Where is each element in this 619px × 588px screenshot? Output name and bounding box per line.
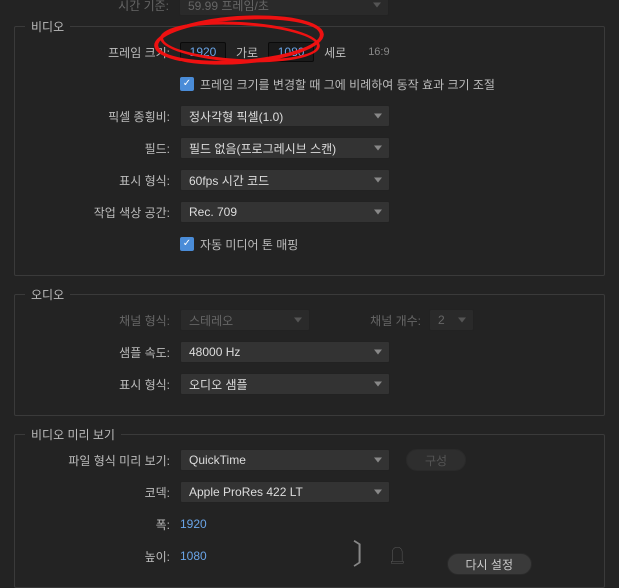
sample-rate-label: 샘플 속도: <box>25 344 180 361</box>
codec-label: 코덱: <box>25 484 180 501</box>
timebase-value: 59.99 프레임/초 <box>188 0 269 14</box>
color-space-dropdown[interactable]: Rec. 709 <box>180 201 390 223</box>
pixel-aspect-value: 정사각형 픽셀(1.0) <box>189 108 283 125</box>
sample-rate-dropdown[interactable]: 48000 Hz <box>180 341 390 363</box>
pixel-aspect-dropdown[interactable]: 정사각형 픽셀(1.0) <box>180 105 390 127</box>
frame-width-input[interactable] <box>180 42 226 62</box>
link-bracket-icon: 〕 <box>352 533 380 573</box>
preview-width-value[interactable]: 1920 <box>180 517 207 531</box>
channel-format-value: 스테레오 <box>189 312 233 329</box>
audio-display-format-dropdown[interactable]: 오디오 샘플 <box>180 373 390 395</box>
channel-count-value: 2 <box>438 313 445 327</box>
audio-section-title: 오디오 <box>25 286 70 303</box>
file-format-dropdown[interactable]: QuickTime <box>180 449 390 471</box>
video-section: 비디오 프레임 크기: 가로 세로 16:9 ✓ 프레임 크기를 변경할 때 그… <box>14 26 605 276</box>
audio-display-format-label: 표시 형식: <box>25 376 180 393</box>
config-button: 구성 <box>406 449 466 471</box>
field-value: 필드 없음(프로그레시브 스캔) <box>189 140 336 157</box>
frame-size-label: 프레임 크기: <box>25 44 180 61</box>
video-section-title: 비디오 <box>25 18 70 35</box>
tone-mapping-label: 자동 미디어 톤 매핑 <box>200 236 298 253</box>
link-chain-icon[interactable]: 𓉸 <box>390 541 404 565</box>
timebase-label: 시간 기준: <box>24 0 179 14</box>
frame-vert-text: 세로 <box>324 44 346 61</box>
preview-height-label: 높이: <box>25 548 180 565</box>
preview-width-label: 폭: <box>25 516 180 533</box>
channel-format-dropdown: 스테레오 <box>180 309 310 331</box>
frame-height-input[interactable] <box>268 42 314 62</box>
field-label: 필드: <box>25 140 180 157</box>
pixel-aspect-label: 픽셀 종횡비: <box>25 108 180 125</box>
file-format-value: QuickTime <box>189 453 246 467</box>
video-display-format-label: 표시 형식: <box>25 172 180 189</box>
aspect-ratio-text: 16:9 <box>368 46 389 58</box>
video-display-format-dropdown[interactable]: 60fps 시간 코드 <box>180 169 390 191</box>
reset-button[interactable]: 다시 설정 <box>447 553 533 575</box>
preview-section: 비디오 미리 보기 파일 형식 미리 보기: QuickTime 구성 코덱: … <box>14 434 605 588</box>
tone-mapping-checkbox[interactable]: ✓ <box>180 237 194 251</box>
channel-count-label: 채널 개수: <box>370 312 429 329</box>
sample-rate-value: 48000 Hz <box>189 345 240 359</box>
field-dropdown[interactable]: 필드 없음(프로그레시브 스캔) <box>180 137 390 159</box>
scale-effects-checkbox[interactable]: ✓ <box>180 77 194 91</box>
frame-by-text: 가로 <box>236 44 258 61</box>
color-space-label: 작업 색상 공간: <box>25 204 180 221</box>
codec-value: Apple ProRes 422 LT <box>189 485 303 499</box>
preview-height-value[interactable]: 1080 <box>180 549 207 563</box>
audio-display-format-value: 오디오 샘플 <box>189 376 248 393</box>
file-format-label: 파일 형식 미리 보기: <box>25 452 180 469</box>
color-space-value: Rec. 709 <box>189 205 237 219</box>
preview-section-title: 비디오 미리 보기 <box>25 426 121 443</box>
scale-effects-label: 프레임 크기를 변경할 때 그에 비례하여 동작 효과 크기 조절 <box>200 76 495 93</box>
audio-section: 오디오 채널 형식: 스테레오 채널 개수: 2 샘플 속도: 48000 Hz… <box>14 294 605 416</box>
channel-format-label: 채널 형식: <box>25 312 180 329</box>
timebase-dropdown: 59.99 프레임/초 <box>179 0 389 16</box>
codec-dropdown[interactable]: Apple ProRes 422 LT <box>180 481 390 503</box>
channel-count-dropdown: 2 <box>429 309 474 331</box>
video-display-format-value: 60fps 시간 코드 <box>189 172 269 189</box>
